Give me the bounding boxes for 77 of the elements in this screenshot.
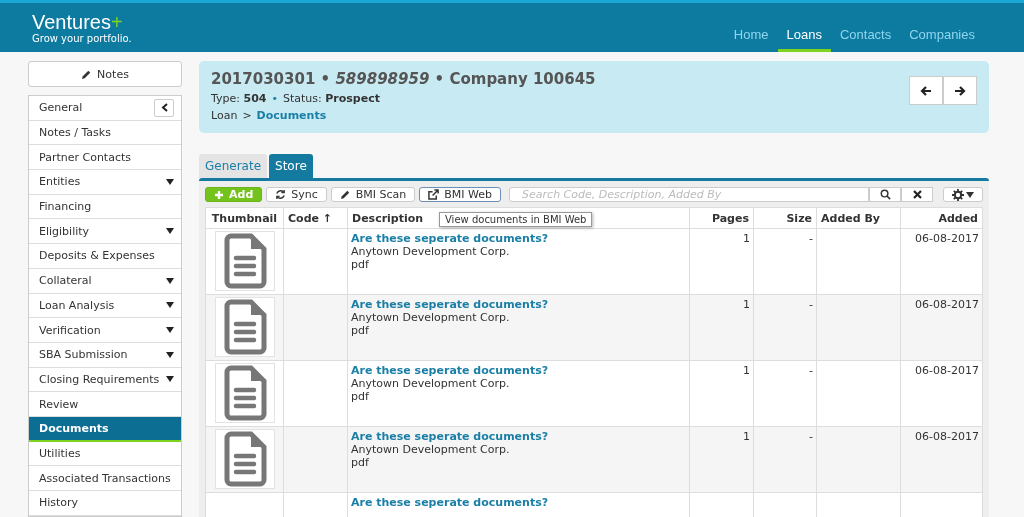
sync-button[interactable]: Sync: [266, 187, 327, 202]
company-name: Anytown Development Corp.: [351, 245, 511, 258]
collapse-button[interactable]: [154, 98, 174, 117]
column-header[interactable]: Size: [753, 207, 817, 229]
document-icon: [222, 431, 267, 487]
document-thumbnail[interactable]: [214, 429, 275, 489]
column-header[interactable]: Added By: [816, 207, 901, 229]
date-cell: 06-08-2017: [915, 232, 979, 245]
file-format: pdf: [351, 324, 370, 337]
date-cell: 06-08-2017: [915, 364, 979, 377]
breadcrumb-item: Loan: [211, 109, 238, 122]
document-thumbnail[interactable]: [214, 231, 275, 291]
separator-dot: •: [271, 92, 278, 105]
size-cell: -: [809, 364, 813, 377]
sidebar-item[interactable]: Documents: [29, 416, 181, 442]
file-format: pdf: [351, 258, 370, 271]
brand-logo[interactable]: Ventures+: [32, 11, 132, 33]
tab[interactable]: Generate: [199, 154, 268, 178]
pencil-icon: [339, 189, 351, 200]
document-icon: [222, 299, 267, 355]
settings-icon: [952, 188, 964, 201]
external-link-icon: [428, 189, 440, 200]
date-cell: 06-08-2017: [915, 430, 979, 443]
size-cell: -: [809, 298, 813, 311]
document-title-link[interactable]: Are these seperate documents?: [351, 298, 549, 311]
tooltip: View documents in BMI Web: [439, 212, 593, 227]
search-icon: [879, 189, 891, 200]
document-icon: [222, 365, 267, 421]
chevron-left-icon: [160, 103, 168, 113]
next-button[interactable]: [943, 76, 977, 105]
breadcrumb-link[interactable]: Documents: [256, 109, 327, 122]
sidebar-item[interactable]: General: [29, 96, 181, 121]
company-name: Anytown Development Corp.: [351, 443, 511, 456]
notes-button[interactable]: Notes: [28, 61, 182, 87]
loan-title: 2017030301 • 589898959 • Company 100645: [211, 70, 596, 88]
column-header[interactable]: Added: [900, 207, 983, 229]
company-name: Anytown Development Corp.: [351, 377, 511, 390]
arrow-left-icon: [920, 85, 932, 96]
pages-cell: 1: [743, 232, 750, 245]
pencil-icon: [81, 68, 93, 80]
size-cell: -: [809, 232, 813, 245]
date-cell: 06-08-2017: [915, 298, 979, 311]
document-thumbnail[interactable]: [214, 363, 275, 423]
column-header[interactable]: Pages: [689, 207, 754, 229]
pages-cell: 1: [743, 298, 750, 311]
pages-cell: 1: [743, 430, 750, 443]
arrow-right-icon: [954, 85, 966, 96]
close-icon: [912, 190, 922, 199]
search-field[interactable]: Search Code, Description, Added By: [509, 187, 869, 202]
company-name: Anytown Development Corp.: [351, 311, 511, 324]
brand-tagline: Grow your portfolio.: [32, 33, 132, 44]
document-icon: [222, 233, 267, 289]
refresh-icon: [275, 189, 287, 200]
tab[interactable]: Store: [269, 154, 313, 178]
document-title-link[interactable]: Are these seperate documents?: [351, 232, 549, 245]
nav-link[interactable]: Loans: [777, 19, 831, 52]
settings-button[interactable]: [943, 187, 983, 202]
previous-button[interactable]: [909, 76, 943, 105]
size-cell: -: [809, 430, 813, 443]
file-format: pdf: [351, 390, 370, 403]
search-button[interactable]: [869, 187, 901, 202]
column-header[interactable]: Thumbnail: [205, 207, 284, 229]
caret-icon: [966, 191, 974, 198]
web-button[interactable]: BMI Web: [419, 187, 502, 202]
column-header[interactable]: Code ↑: [283, 207, 348, 229]
pages-cell: 1: [743, 364, 750, 377]
plus-icon: [214, 189, 224, 200]
loan-status: Status: Prospect: [282, 92, 380, 105]
document-thumbnail[interactable]: [214, 297, 275, 357]
document-title-link[interactable]: Are these seperate documents?: [351, 430, 549, 443]
loan-type: Type: 504: [211, 92, 267, 105]
file-format: pdf: [351, 456, 370, 469]
sort-arrow: ↑: [321, 212, 333, 225]
clear-button[interactable]: [901, 187, 933, 202]
breadcrumb-separator: >: [242, 109, 252, 122]
scan-button[interactable]: BMI Scan: [330, 187, 416, 202]
document-title-link[interactable]: Are these seperate documents?: [351, 364, 549, 377]
